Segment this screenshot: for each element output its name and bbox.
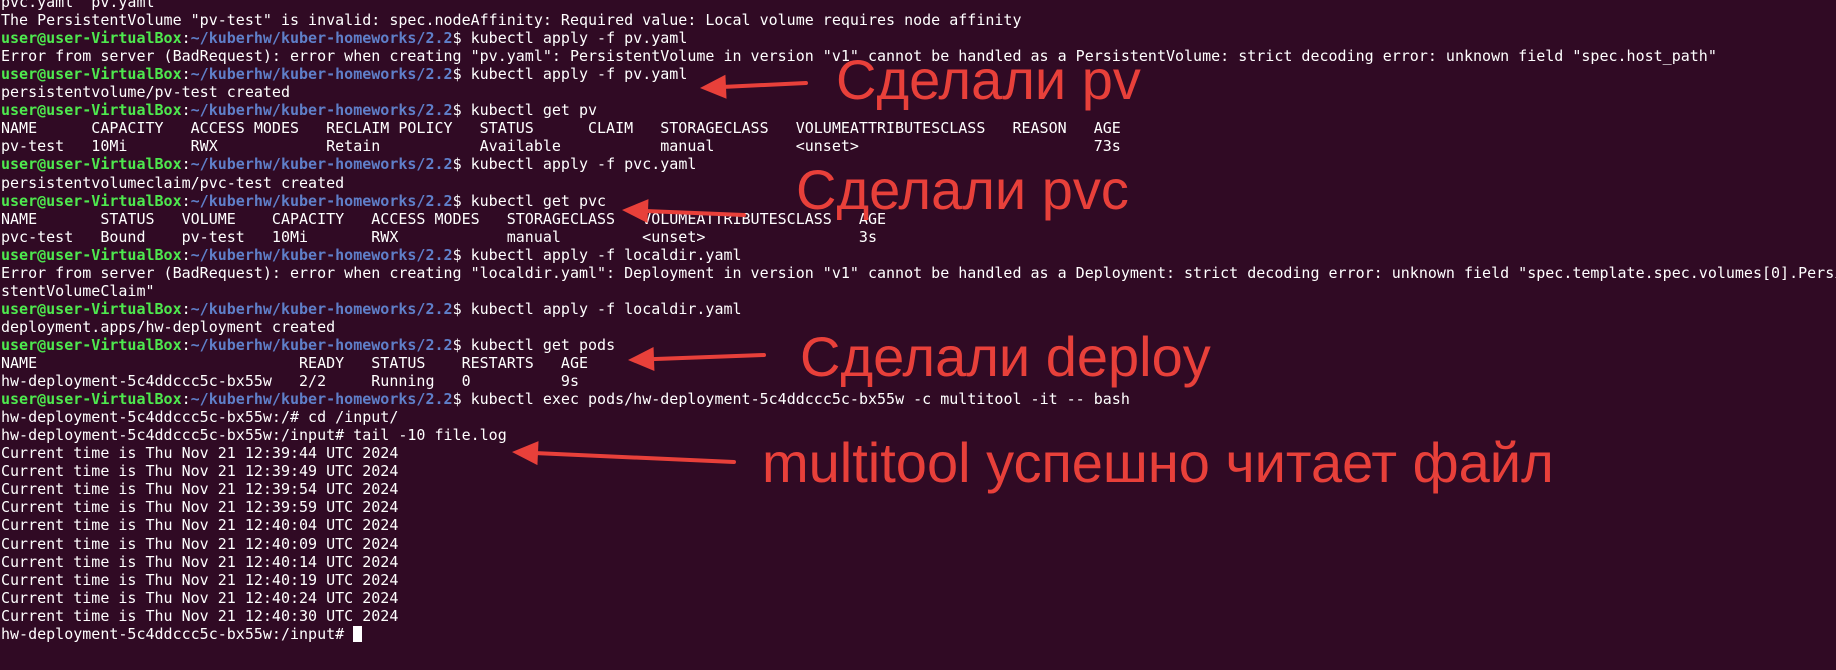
annotation-arrowhead xyxy=(628,347,655,372)
annotation-label: Сделали deploy xyxy=(800,325,1211,388)
annotation-label: Сделали pv xyxy=(836,48,1141,111)
annotation-arrow-line xyxy=(524,450,736,464)
annotation-arrowhead xyxy=(700,74,727,99)
annotation-label: Сделали pvc xyxy=(796,158,1129,221)
terminal-window[interactable]: pvc.yaml pv.yaml The PersistentVolume "pv… xyxy=(0,0,1836,670)
annotation-arrow-line xyxy=(712,81,808,90)
annotation-arrowhead xyxy=(622,199,649,224)
annotation-arrow-line xyxy=(634,208,746,217)
annotation-label: multitool успешно читает файл xyxy=(762,431,1554,494)
annotation-arrowhead xyxy=(512,441,539,466)
annotation-arrow-line xyxy=(640,353,766,362)
